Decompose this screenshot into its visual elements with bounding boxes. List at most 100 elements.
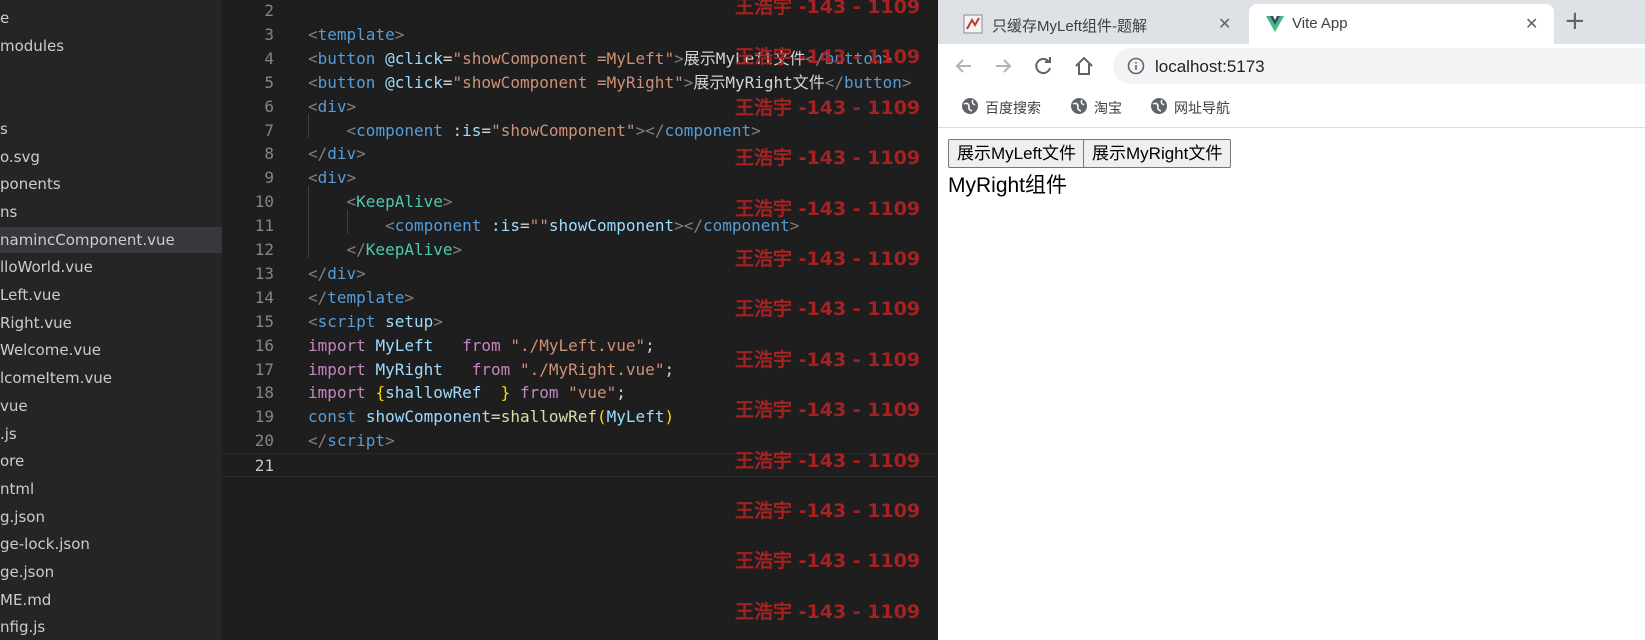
code-token: button — [317, 48, 376, 68]
explorer-file-item[interactable]: vue — [0, 393, 222, 419]
explorer-file-item[interactable]: o.svg — [0, 144, 222, 170]
code-token: import — [308, 383, 366, 403]
code-token: > — [442, 192, 453, 212]
code-token: </ — [308, 431, 328, 451]
forward-arrow-icon[interactable] — [991, 54, 1015, 78]
code-token: "showComponent =MyRight" — [452, 72, 684, 92]
code-token: showComponent — [365, 407, 492, 427]
explorer-file-item[interactable]: namincComponent.vue — [0, 226, 222, 253]
watermark-text: 王浩宇 -143 - 1109 — [735, 0, 921, 18]
code-token: ></ — [674, 216, 703, 236]
explorer-file-item[interactable]: modules — [0, 33, 222, 59]
explorer-file-item[interactable]: s — [0, 116, 222, 142]
code-token: script — [327, 431, 386, 451]
code-token: </ — [824, 72, 845, 92]
code-token: > — [901, 72, 912, 92]
code-token: from — [462, 335, 501, 355]
code-token: < — [346, 120, 357, 140]
line-number: 15 — [254, 311, 274, 331]
code-token: ) — [664, 407, 675, 427]
explorer-file-item[interactable]: g.json — [0, 504, 222, 530]
close-icon[interactable]: ✕ — [1218, 14, 1231, 33]
code-token: ; — [616, 383, 626, 403]
new-tab-button[interactable]: + — [1564, 8, 1586, 34]
back-arrow-icon[interactable] — [952, 54, 976, 78]
code-text: <button @click="showComponent =MyRight">… — [308, 71, 911, 95]
code-token: "vue" — [568, 383, 617, 403]
explorer-file-item[interactable]: e — [0, 5, 222, 31]
home-icon[interactable] — [1072, 54, 1096, 78]
explorer-file-item[interactable]: ge-lock.json — [0, 531, 222, 557]
show-myleft-button[interactable]: 展示MyLeft文件 — [948, 139, 1086, 168]
explorer-file-item[interactable]: ponents — [0, 171, 222, 197]
code-token: = — [442, 72, 453, 92]
code-token: } — [500, 383, 511, 403]
line-number: 8 — [264, 144, 274, 164]
code-token: > — [394, 24, 405, 44]
reload-icon[interactable] — [1031, 54, 1055, 78]
explorer-file-item[interactable]: nfig.js — [0, 614, 222, 640]
code-token: = — [481, 120, 492, 140]
explorer-file-item[interactable] — [0, 88, 222, 114]
watermark-text: 王浩宇 -143 - 1109 — [735, 348, 921, 371]
line-number: 13 — [254, 263, 274, 283]
code-token: button — [844, 72, 902, 92]
code-token: ; — [664, 359, 675, 379]
explorer-file-item[interactable]: Welcome.vue — [0, 337, 222, 363]
explorer-file-item[interactable]: ME.md — [0, 587, 222, 613]
code-text: import MyRight from "./MyRight.vue"; — [308, 358, 674, 382]
code-token: < — [308, 72, 318, 92]
explorer-file-item[interactable]: lloWorld.vue — [0, 254, 222, 280]
explorer-file-item[interactable]: Right.vue — [0, 310, 222, 336]
rendered-component-text: MyRight组件 — [948, 174, 1068, 197]
explorer-file-item[interactable]: ntml — [0, 476, 222, 502]
bookmark-navigation[interactable]: 网址导航 — [1151, 98, 1230, 118]
close-icon[interactable]: ✕ — [1525, 14, 1538, 33]
code-text: </script> — [308, 429, 395, 453]
browser-toolbar: localhost:5173 — [938, 44, 1645, 88]
code-token: import — [308, 359, 366, 379]
code-line[interactable]: 5 <button @click="showComponent =MyRight"… — [222, 71, 938, 95]
code-token: button — [317, 72, 376, 92]
code-token: :is — [491, 216, 520, 236]
explorer-file-item[interactable]: .js — [0, 421, 222, 447]
info-icon[interactable] — [1127, 57, 1145, 75]
tab-vite-app[interactable]: Vite App ✕ — [1249, 4, 1554, 44]
line-number: 2 — [264, 1, 274, 20]
show-myright-button[interactable]: 展示MyRight文件 — [1083, 139, 1232, 168]
explorer-file-item[interactable]: ge.json — [0, 559, 222, 585]
tab-solution[interactable]: 只缓存MyLeft组件-题解 ✕ — [938, 4, 1247, 44]
code-token: </ — [346, 240, 366, 259]
line-number: 14 — [254, 287, 274, 307]
address-bar[interactable]: localhost:5173 — [1113, 48, 1645, 84]
globe-icon — [1071, 98, 1087, 114]
code-token: > — [452, 240, 463, 259]
code-token: "showComponent" — [491, 120, 636, 140]
code-token: :is — [452, 120, 482, 140]
bookmark-taobao[interactable]: 淘宝 — [1071, 98, 1122, 118]
code-token: showComponent — [548, 216, 675, 236]
line-number: 5 — [264, 72, 274, 92]
code-text: </div> — [308, 262, 366, 286]
explorer-file-item[interactable]: Left.vue — [0, 282, 222, 308]
code-token: @click — [385, 48, 443, 68]
code-token: setup — [385, 311, 434, 331]
explorer-file-item[interactable] — [0, 60, 222, 86]
bookmark-baidu[interactable]: 百度搜索 — [962, 98, 1041, 118]
code-token: const — [308, 407, 357, 427]
explorer-file-item[interactable]: ore — [0, 448, 222, 474]
code-token: from — [519, 383, 559, 403]
explorer-file-item[interactable]: ns — [0, 199, 222, 225]
explorer-file-item[interactable]: lcomeItem.vue — [0, 365, 222, 391]
code-line[interactable]: 7 <component :is="showComponent"></compo… — [222, 119, 938, 143]
code-token: "" — [529, 216, 549, 236]
url-text: localhost:5173 — [1155, 57, 1265, 76]
tab-title: 只缓存MyLeft组件-题解 — [992, 18, 1148, 35]
code-text: const showComponent=shallowRef(MyLeft) — [308, 405, 674, 429]
